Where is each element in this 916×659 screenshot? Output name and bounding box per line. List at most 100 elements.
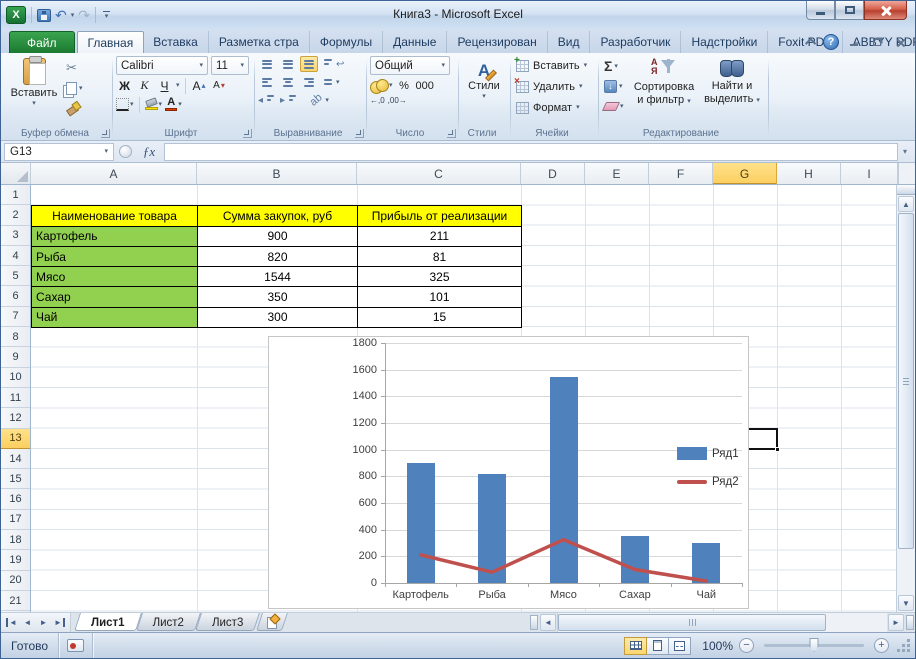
number-format-select[interactable]: Общий▾: [370, 56, 450, 75]
align-right-button[interactable]: [300, 74, 318, 90]
row-header-10[interactable]: 10: [1, 368, 30, 388]
column-header-D[interactable]: D: [521, 163, 585, 184]
row-header-13[interactable]: 13: [1, 429, 30, 449]
scroll-right-button[interactable]: ►: [888, 614, 904, 631]
scroll-up-button[interactable]: ▲: [898, 196, 914, 212]
align-middle-button[interactable]: [279, 56, 297, 72]
clipboard-dialog-launcher[interactable]: [101, 129, 110, 138]
increase-decimal-button[interactable]: ←,0: [370, 96, 385, 105]
copy-button[interactable]: ▾: [64, 79, 90, 97]
page-layout-view-button[interactable]: [646, 637, 669, 655]
alignment-dialog-launcher[interactable]: [355, 129, 364, 138]
horizontal-scrollbar[interactable]: [557, 613, 887, 632]
table-cell[interactable]: Мясо: [32, 267, 198, 287]
macro-record-button[interactable]: [67, 639, 84, 652]
ribbon-tab-Разметка стра[interactable]: Разметка стра: [209, 31, 310, 53]
table-cell[interactable]: Картофель: [32, 227, 198, 247]
row-header-5[interactable]: 5: [1, 266, 30, 286]
resize-grip[interactable]: [897, 639, 911, 653]
italic-button[interactable]: К: [136, 77, 153, 94]
format-painter-button[interactable]: [64, 99, 90, 117]
insert-cells-button[interactable]: +Вставить▾: [514, 56, 589, 75]
column-header-H[interactable]: H: [777, 163, 841, 184]
column-header-B[interactable]: B: [197, 163, 357, 184]
zoom-level[interactable]: 100%: [697, 639, 733, 653]
table-cell[interactable]: 211: [358, 227, 522, 247]
increase-indent-button[interactable]: ▸: [280, 92, 299, 108]
row-header-15[interactable]: 15: [1, 469, 30, 489]
row-header-12[interactable]: 12: [1, 408, 30, 428]
ribbon-tab-Главная[interactable]: Главная: [77, 31, 145, 53]
table-cell[interactable]: 900: [198, 227, 358, 247]
wrap-text-button[interactable]: ↩: [321, 56, 344, 72]
autosum-button[interactable]: Σ▾: [602, 57, 630, 75]
row-header-8[interactable]: 8: [1, 327, 30, 347]
zoom-slider-thumb[interactable]: [810, 638, 819, 652]
zoom-out-button[interactable]: −: [739, 638, 754, 653]
normal-view-button[interactable]: [624, 637, 647, 655]
workbook-restore-button[interactable]: [869, 36, 885, 49]
row-header-17[interactable]: 17: [1, 510, 30, 530]
format-cells-button[interactable]: Формат▾: [514, 98, 589, 117]
table-cell[interactable]: 350: [198, 287, 358, 307]
insert-function-button[interactable]: ƒx: [137, 144, 161, 160]
scroll-down-button[interactable]: ▼: [898, 595, 914, 611]
align-top-button[interactable]: [258, 56, 276, 72]
zoom-slider[interactable]: [764, 644, 864, 647]
row-header-11[interactable]: 11: [1, 388, 30, 408]
select-all-corner[interactable]: [1, 163, 31, 184]
row-header-4[interactable]: 4: [1, 246, 30, 266]
minimize-button[interactable]: [806, 1, 835, 20]
sheet-tab-Лист2[interactable]: Лист2: [139, 613, 198, 632]
ribbon-tab-Данные[interactable]: Данные: [383, 31, 447, 53]
sheet-tab-Лист1[interactable]: Лист1: [77, 613, 139, 632]
borders-button[interactable]: ▾: [116, 96, 134, 113]
sort-filter-button[interactable]: АЯ Сортировка и фильтр ▾: [630, 56, 698, 126]
row-header-6[interactable]: 6: [1, 286, 30, 306]
comma-style-button[interactable]: 000: [416, 77, 434, 94]
vertical-split-handle[interactable]: [897, 185, 915, 195]
bold-button[interactable]: Ж: [116, 77, 133, 94]
grow-font-button[interactable]: А▴: [191, 77, 208, 94]
zoom-in-button[interactable]: +: [874, 638, 889, 653]
undo-button[interactable]: ↶: [55, 8, 67, 22]
font-name-select[interactable]: Calibri▾: [116, 56, 208, 75]
accounting-format-button[interactable]: ▾: [370, 77, 393, 94]
ribbon-tab-Вставка[interactable]: Вставка: [143, 31, 209, 53]
row-header-9[interactable]: 9: [1, 347, 30, 367]
ribbon-tab-Рецензирован[interactable]: Рецензирован: [447, 31, 547, 53]
fill-handle[interactable]: [775, 447, 780, 452]
font-dialog-launcher[interactable]: [243, 129, 252, 138]
sheet-tab-Лист3[interactable]: Лист3: [198, 613, 257, 632]
redo-button[interactable]: ↷: [78, 8, 90, 22]
table-header-cell[interactable]: Наименование товара: [32, 206, 198, 226]
next-sheet-button[interactable]: ►: [36, 615, 51, 630]
fill-color-button[interactable]: ▾: [145, 96, 163, 113]
row-header-2[interactable]: 2: [1, 205, 30, 225]
row-header-1[interactable]: 1: [1, 185, 30, 205]
table-header-cell[interactable]: Прибыль от реализации: [358, 206, 522, 226]
delete-cells-button[interactable]: ×Удалить▾: [514, 77, 589, 96]
row-header-20[interactable]: 20: [1, 571, 30, 591]
insert-worksheet-button[interactable]: [257, 613, 287, 632]
excel-logo-icon[interactable]: X: [6, 6, 26, 24]
vertical-scroll-thumb[interactable]: [898, 213, 914, 549]
align-bottom-button[interactable]: [300, 56, 318, 72]
previous-sheet-button[interactable]: ◄: [20, 615, 35, 630]
expand-formula-bar-icon[interactable]: ▾: [898, 147, 912, 156]
name-box-dropdown-icon[interactable]: ▾: [104, 148, 108, 155]
underline-button[interactable]: Ч: [156, 77, 173, 94]
ribbon-tab-Разработчик[interactable]: Разработчик: [590, 31, 681, 53]
ribbon-tab-file[interactable]: Файл: [9, 31, 75, 53]
table-cell[interactable]: Чай: [32, 308, 198, 328]
table-cell[interactable]: Сахар: [32, 287, 198, 307]
row-header-7[interactable]: 7: [1, 307, 30, 327]
clear-button[interactable]: ▾: [602, 97, 630, 115]
table-cell[interactable]: 300: [198, 308, 358, 328]
align-left-button[interactable]: [258, 74, 276, 90]
column-header-I[interactable]: I: [841, 163, 898, 184]
horizontal-split-handle[interactable]: [906, 615, 914, 630]
row-header-14[interactable]: 14: [1, 449, 30, 469]
save-icon[interactable]: [37, 9, 51, 22]
help-icon[interactable]: ?: [823, 34, 839, 50]
